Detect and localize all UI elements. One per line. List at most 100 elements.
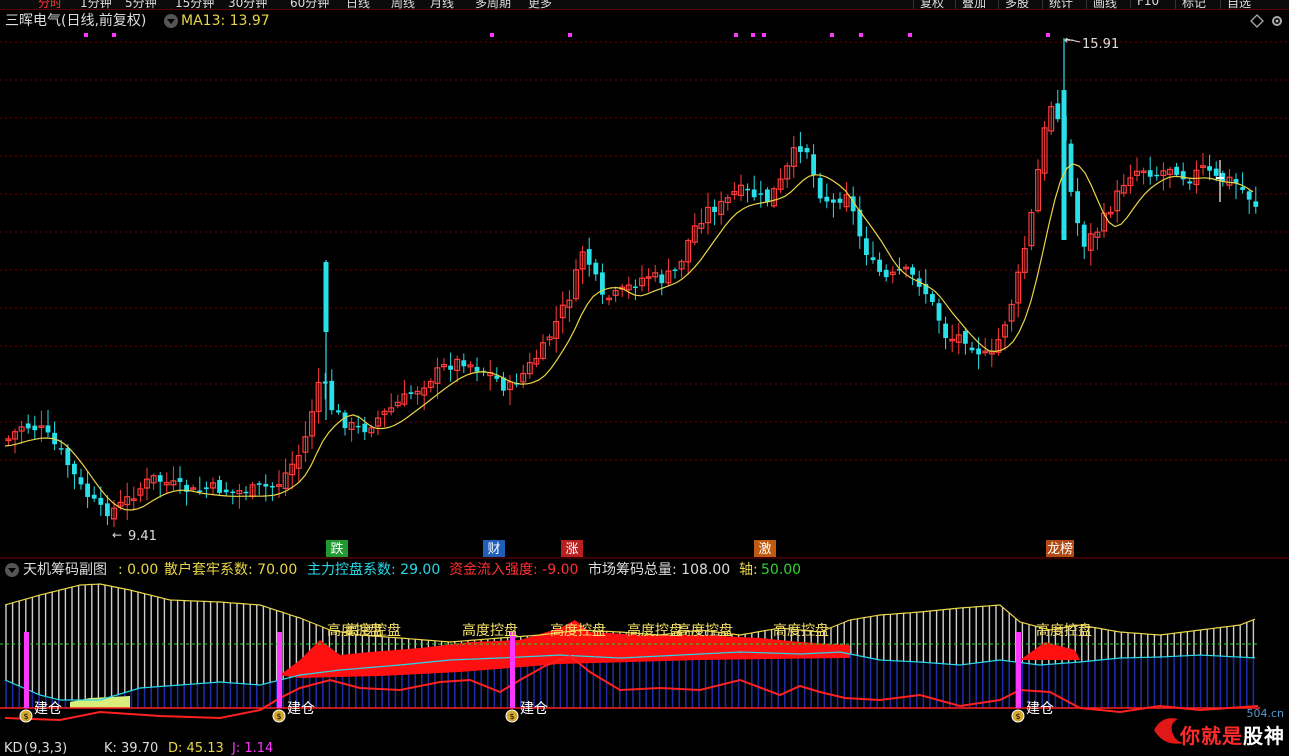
- candle-down: [1240, 187, 1245, 190]
- build-label-1: 建仓: [287, 701, 315, 717]
- candle-down: [659, 274, 665, 284]
- candle-down: [593, 262, 599, 275]
- dollar-glyph: $: [1015, 712, 1020, 721]
- candle-down: [72, 463, 77, 475]
- tab-0[interactable]: 分时: [38, 0, 62, 9]
- right-tab-7[interactable]: 自选: [1220, 0, 1251, 9]
- dollar-glyph: $: [509, 712, 514, 721]
- candle-down: [32, 425, 38, 431]
- diamond-icon[interactable]: [1250, 14, 1264, 28]
- event-marker-0: 跌: [330, 541, 343, 557]
- candle-down: [811, 154, 816, 175]
- chip-indicator-chart[interactable]: $ 建仓 $ 建仓 $ 建仓 $ 建仓高度控盘高度控盘 高度控盘 高度控盘 高度控盘高度控盘 高度控盘…: [0, 580, 1289, 740]
- build-label-3: 建仓: [1026, 701, 1054, 717]
- candle-down: [930, 294, 935, 302]
- candle-down: [322, 381, 328, 384]
- candle-down: [798, 146, 803, 152]
- build-label-2: 建仓: [520, 701, 548, 717]
- tab-2[interactable]: 5分钟: [125, 0, 157, 9]
- candle-down: [877, 259, 882, 272]
- signal-dot: [568, 33, 572, 37]
- signal-dot: [1046, 33, 1050, 37]
- candle-down: [336, 410, 341, 413]
- candle-down: [45, 425, 51, 433]
- event-marker-1: 财: [487, 542, 500, 557]
- candle-down: [817, 178, 823, 199]
- right-tab-0[interactable]: 复权: [913, 0, 944, 9]
- settings-gear-icon[interactable]: [1270, 14, 1284, 28]
- event-marker-4: 龙榜: [1047, 541, 1073, 557]
- candle-down: [78, 477, 84, 485]
- candle-down: [870, 257, 876, 261]
- candle-down: [672, 269, 678, 272]
- candle-down: [329, 380, 335, 411]
- candle-down: [765, 189, 770, 202]
- fund-inflow-strength: 资金流入强度: -9.00: [449, 562, 579, 578]
- candle-down: [1081, 224, 1087, 247]
- chevron-down-icon[interactable]: [164, 14, 178, 28]
- high-arrow: ←: [1064, 33, 1074, 47]
- candle-down: [91, 494, 97, 499]
- tab-1[interactable]: 1分钟: [80, 0, 112, 9]
- candle-down: [1174, 166, 1179, 175]
- tab-4[interactable]: 30分钟: [228, 0, 267, 9]
- right-tab-5[interactable]: F10: [1130, 0, 1159, 8]
- candles: [5, 38, 1259, 527]
- retail-locked-coef: 散户套牢系数: 70.00: [164, 562, 298, 578]
- chevron-down-icon[interactable]: [5, 563, 19, 577]
- candle-down: [85, 483, 90, 497]
- right-tab-4[interactable]: 画线: [1086, 0, 1117, 9]
- signal-dot: [830, 33, 834, 37]
- candle-down: [270, 485, 275, 488]
- candle-down: [910, 267, 915, 275]
- right-tab-1[interactable]: 叠加: [955, 0, 986, 9]
- watermark-url: 504.cn: [1246, 707, 1284, 720]
- market-chip-total: 市场筹码总量: 108.00: [588, 562, 731, 578]
- candle-down: [25, 423, 31, 429]
- signal-dot: [751, 33, 755, 37]
- tab-5[interactable]: 60分钟: [290, 0, 329, 9]
- candle-down: [804, 148, 810, 153]
- tab-7[interactable]: 周线: [391, 0, 415, 9]
- right-tab-6[interactable]: 标记: [1175, 0, 1206, 9]
- candle-down: [633, 286, 638, 289]
- right-tab-3[interactable]: 统计: [1042, 0, 1073, 9]
- tab-8[interactable]: 月线: [430, 0, 454, 9]
- signal-dot: [84, 33, 88, 37]
- candle-down: [712, 206, 717, 213]
- control-label-3: 高度控盘: [550, 622, 606, 639]
- tab-9[interactable]: 多周期: [475, 0, 511, 9]
- stock-title: 三晖电气(日线,前复权): [5, 13, 147, 29]
- period-toolbar: 分时 1分钟 5分钟 15分钟 30分钟 60分钟 日线 周线 月线 多周期 更多 复权 叠加 多股 统计 画…: [0, 0, 1289, 10]
- kdj-name: KD: [4, 741, 23, 756]
- right-tab-2[interactable]: 多股: [998, 0, 1029, 9]
- tab-6[interactable]: 日线: [346, 0, 370, 9]
- build-signal-bar: [24, 632, 29, 708]
- candle-down: [586, 249, 592, 265]
- candle-down: [1075, 191, 1080, 224]
- candle-down: [963, 331, 968, 344]
- control-label-5: 高度控盘: [677, 622, 733, 639]
- sub-chart-header: 天机筹码副图 : 0.00 散户套牢系数: 70.00 主力控盘系数: 29.0…: [0, 560, 1289, 580]
- candle-down: [1213, 168, 1219, 176]
- tab-10[interactable]: 更多: [528, 0, 552, 9]
- watermark-text-b: 股神: [1243, 724, 1285, 748]
- candle-down: [1061, 90, 1067, 240]
- signal-dot: [762, 33, 766, 37]
- low-price-label: 9.41: [128, 529, 157, 544]
- candle-down: [98, 497, 104, 505]
- candle-down: [263, 483, 269, 487]
- candle-down: [177, 478, 183, 482]
- control-label-7: 高度控盘: [1036, 622, 1092, 639]
- candle-down: [1207, 166, 1212, 171]
- candle-down: [936, 303, 942, 321]
- candle-down: [943, 323, 948, 339]
- candle-down: [217, 479, 222, 493]
- price-chart[interactable]: 15.91 ← ← 9.41 跌 财 涨 激 龙榜: [0, 30, 1289, 560]
- candle-down: [230, 491, 236, 494]
- candle-down: [323, 262, 329, 332]
- candle-down: [105, 503, 110, 517]
- event-marker-2: 涨: [565, 542, 578, 557]
- sub-chart-title: 天机筹码副图: [23, 562, 107, 578]
- tab-3[interactable]: 15分钟: [175, 0, 214, 9]
